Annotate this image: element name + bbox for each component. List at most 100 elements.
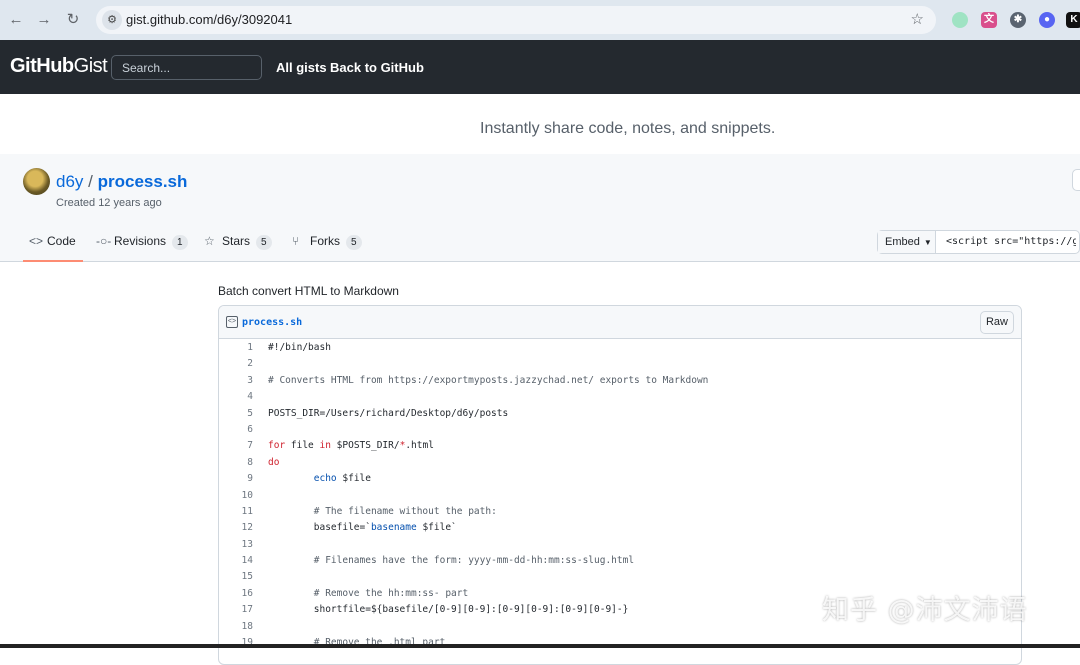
line-number: 14 — [241, 555, 253, 567]
tab-label: Revisions — [114, 234, 167, 248]
tab-label: Forks — [310, 234, 340, 248]
tab-label: Stars — [222, 234, 251, 248]
extension-circle-icon[interactable] — [952, 12, 968, 28]
code-line: 6 — [219, 422, 1021, 438]
gist-header: GitHubGist Search... All gists Back to G… — [0, 40, 1080, 94]
line-number: 12 — [241, 522, 253, 534]
raw-button[interactable]: Raw — [980, 311, 1014, 334]
line-number: 13 — [241, 538, 253, 550]
fork-icon: ⑂ — [292, 234, 300, 248]
line-text: do — [268, 456, 280, 468]
star-icon: ☆ — [204, 234, 215, 248]
code-icon: <> — [29, 234, 44, 248]
back-to-github-link[interactable]: Back to GitHub — [330, 60, 424, 75]
line-number: 11 — [241, 505, 253, 517]
search-placeholder: Search... — [122, 61, 171, 75]
back-arrow-icon[interactable]: ← — [6, 10, 26, 30]
commit-icon: -○- — [96, 234, 112, 248]
gist-title: d6y / process.sh — [56, 172, 187, 192]
address-bar-url[interactable]: gist.github.com/d6y/3092041 — [126, 12, 292, 27]
gist-filename-link[interactable]: process.sh — [98, 172, 188, 191]
bookmark-star-icon[interactable]: ☆ — [911, 10, 924, 28]
line-text: # Filenames have the form: yyyy-mm-dd-hh… — [313, 555, 635, 567]
line-text: for file in $POSTS_DIR/*.html — [268, 440, 434, 452]
reload-icon[interactable]: ↻ — [63, 10, 83, 30]
watermark: 知乎 @沛文沛语 — [822, 595, 1028, 626]
line-number: 6 — [247, 423, 253, 435]
line-number: 2 — [247, 358, 253, 370]
line-number: 5 — [247, 407, 253, 419]
embed-dropdown-button[interactable]: Embed ▼ — [878, 231, 936, 253]
discord-extension-icon[interactable]: ● — [1039, 12, 1055, 28]
title-separator: / — [88, 172, 93, 191]
code-square-icon: <> — [226, 316, 238, 328]
forward-arrow-icon[interactable]: → — [34, 10, 54, 30]
code-line: 7 for file in $POSTS_DIR/*.html — [219, 438, 1021, 454]
browser-toolbar: ← → ↻ ⚙ gist.github.com/d6y/3092041 ☆ 文 … — [0, 0, 1080, 40]
code-line: 15 — [219, 569, 1021, 585]
code-line: 4 — [219, 389, 1021, 405]
action-button[interactable] — [1072, 169, 1080, 191]
tagline-banner: Instantly share code, notes, and snippet… — [0, 94, 1080, 154]
embed-url-field[interactable]: <script src="https://g — [946, 236, 1076, 247]
line-text: # Converts HTML from https://exportmypos… — [268, 374, 709, 386]
bug-extension-icon[interactable]: ✱ — [1010, 12, 1026, 28]
line-text: # The filename without the path: — [313, 505, 497, 517]
line-number: 16 — [241, 587, 253, 599]
tab-revisions[interactable]: -○- Revisions 1 — [96, 234, 188, 262]
translate-extension-icon[interactable]: 文 — [981, 12, 997, 28]
code-line: 11 # The filename without the path: — [219, 504, 1021, 520]
line-number: 17 — [241, 604, 253, 616]
site-info-icon[interactable]: ⚙ — [102, 10, 122, 30]
logo-gist-text: Gist — [73, 55, 108, 77]
all-gists-link[interactable]: All gists — [276, 60, 327, 75]
gist-description: Batch convert HTML to Markdown — [218, 284, 399, 298]
tab-stars[interactable]: ☆ Stars 5 — [204, 234, 272, 262]
embed-control: Embed ▼ <script src="https://g — [877, 230, 1080, 254]
address-bar[interactable]: ⚙ gist.github.com/d6y/3092041 ☆ — [96, 6, 936, 34]
code-line: 13 — [219, 537, 1021, 553]
line-number: 1 — [247, 342, 253, 353]
file-name-link[interactable]: process.sh — [242, 317, 302, 328]
created-timestamp: Created 12 years ago — [56, 197, 162, 209]
line-number: 4 — [247, 391, 253, 403]
line-text: echo $file — [313, 473, 371, 485]
caret-down-icon: ▼ — [923, 238, 932, 247]
bottom-taskbar-strip — [0, 644, 1080, 648]
k-extension-icon[interactable]: K — [1066, 12, 1080, 28]
revisions-count: 1 — [172, 235, 188, 250]
tab-code[interactable]: <> Code — [23, 234, 83, 262]
avatar[interactable] — [23, 168, 50, 195]
forks-count: 5 — [346, 235, 362, 250]
line-number: 3 — [247, 374, 253, 386]
gist-pagehead: d6y / process.sh Created 12 years ago <>… — [0, 154, 1080, 262]
line-text: POSTS_DIR=/Users/richard/Desktop/d6y/pos… — [268, 407, 509, 419]
logo-github-text: GitHub — [10, 55, 74, 77]
line-number: 10 — [241, 489, 253, 501]
line-number: 18 — [241, 620, 253, 632]
code-line: 14 # Filenames have the form: yyyy-mm-dd… — [219, 553, 1021, 569]
line-number: 8 — [247, 456, 253, 468]
line-text: #!/bin/bash — [268, 342, 331, 353]
tagline-text: Instantly share code, notes, and snippet… — [480, 120, 776, 137]
code-line: 9 echo $file — [219, 471, 1021, 487]
line-text: # Remove the hh:mm:ss- part — [313, 587, 469, 599]
code-line: 1 #!/bin/bash — [219, 340, 1021, 356]
line-number: 9 — [247, 473, 253, 485]
tab-forks[interactable]: ⑂ Forks 5 — [292, 234, 362, 262]
code-line: 12 basefile=`basename $file` — [219, 520, 1021, 536]
search-input[interactable]: Search... — [111, 55, 262, 80]
code-line: 10 — [219, 488, 1021, 504]
owner-link[interactable]: d6y — [56, 172, 83, 191]
line-text: basefile=`basename $file` — [268, 522, 457, 534]
code-line: 8 do — [219, 455, 1021, 471]
code-line: 2 — [219, 356, 1021, 372]
code-line: 3 # Converts HTML from https://exportmypo… — [219, 373, 1021, 389]
line-number: 15 — [241, 571, 253, 583]
line-number: 7 — [247, 440, 253, 452]
embed-label: Embed — [885, 236, 920, 248]
line-text: shortfile=${basefile/[0-9][0-9]:[0-9][0-… — [268, 604, 629, 616]
github-gist-logo[interactable]: GitHubGist — [10, 55, 108, 78]
tab-label: Code — [47, 234, 76, 248]
stars-count: 5 — [256, 235, 272, 250]
